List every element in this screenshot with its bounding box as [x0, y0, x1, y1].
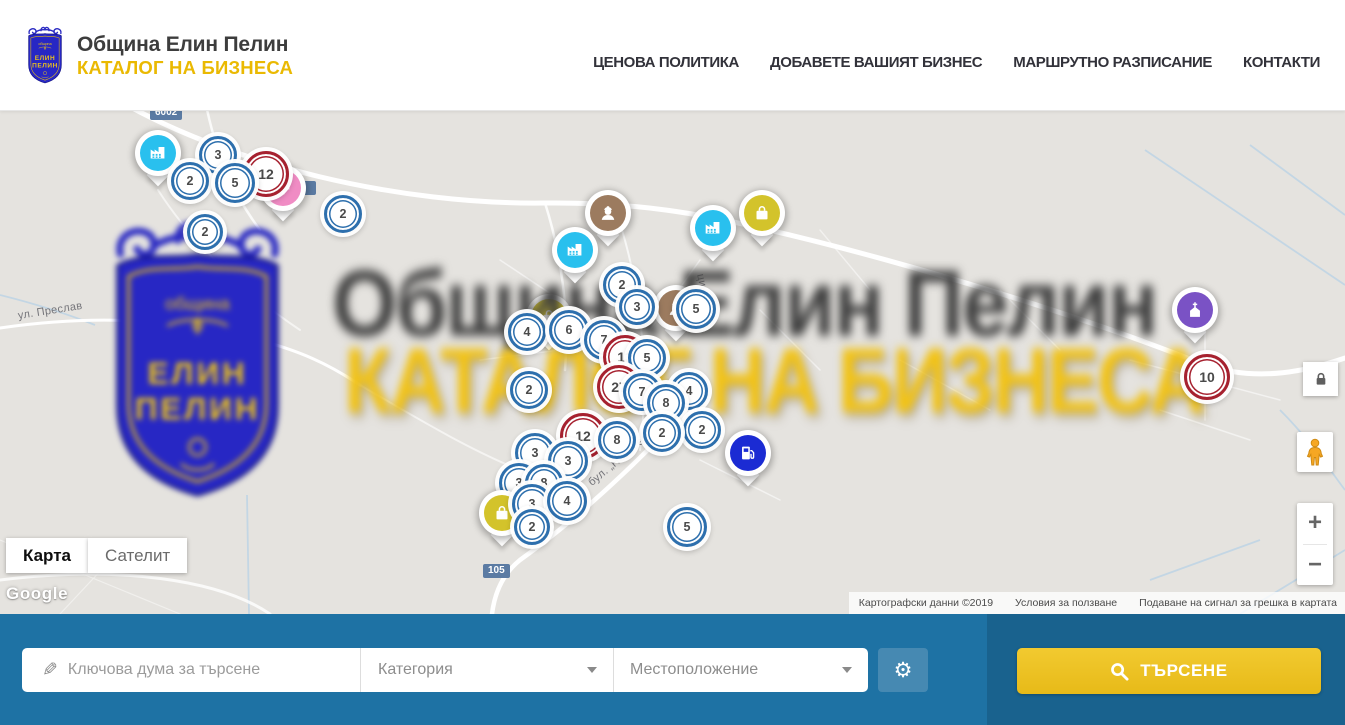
advanced-settings-button[interactable]: ⚙: [878, 648, 928, 692]
cluster-marker[interactable]: 5: [667, 507, 707, 547]
google-logo[interactable]: Google: [6, 584, 68, 604]
search-footer-right: ТЪРСЕНЕ: [987, 614, 1345, 725]
road-number-badge: 6002: [150, 110, 182, 120]
chevron-down-icon: [587, 667, 597, 673]
search-footer-left: ✎ Категория Местоположение ⚙: [0, 614, 987, 725]
zoom-out-button[interactable]: −: [1297, 545, 1333, 586]
cluster-marker[interactable]: 10: [1184, 354, 1230, 400]
cluster-marker[interactable]: 2: [514, 509, 550, 545]
zoom-control: + −: [1297, 503, 1333, 585]
brand-logo[interactable]: Община Елин Пелин КАТАЛОГ НА БИЗНЕСА: [22, 25, 293, 85]
cluster-marker[interactable]: 5: [676, 289, 716, 329]
cluster-marker[interactable]: 4: [547, 481, 587, 521]
terms-link[interactable]: Условия за ползване: [1015, 597, 1117, 609]
search-button[interactable]: ТЪРСЕНЕ: [1017, 648, 1321, 694]
category-pin-church[interactable]: [1172, 287, 1218, 347]
nav-item-add-business[interactable]: ДОБАВЕТЕ ВАШИЯТ БИЗНЕС: [770, 54, 982, 71]
search-footer: ✎ Категория Местоположение ⚙ ТЪРСЕНЕ: [0, 614, 1345, 725]
category-select[interactable]: Категория: [360, 648, 613, 692]
zoom-in-button[interactable]: +: [1297, 503, 1333, 544]
nav-item-route-schedule[interactable]: МАРШРУТНО РАЗПИСАНИЕ: [1013, 54, 1212, 71]
search-button-label: ТЪРСЕНЕ: [1140, 661, 1228, 681]
keyword-section: ✎: [22, 648, 360, 692]
header: Община Елин Пелин КАТАЛОГ НА БИЗНЕСА ЦЕН…: [0, 0, 1345, 111]
map-type-satellite-button[interactable]: Сателит: [88, 538, 187, 573]
category-select-label: Категория: [378, 661, 453, 679]
cluster-marker[interactable]: 2: [683, 411, 721, 449]
chevron-down-icon: [842, 667, 852, 673]
map-type-control: Карта Сателит: [6, 538, 187, 573]
report-error-link[interactable]: Подаване на сигнал за грешка в картата: [1139, 597, 1337, 609]
cluster-marker[interactable]: 6: [549, 310, 589, 350]
map-attribution: Картографски данни ©2019 Условия за полз…: [849, 592, 1345, 614]
brand-title: Община Елин Пелин: [77, 32, 293, 57]
google-map-canvas[interactable]: ул. Преславбул. „Новоселции“6002105 1232…: [0, 110, 1345, 614]
cluster-marker[interactable]: 2: [187, 214, 223, 250]
category-pin-factory[interactable]: [552, 227, 598, 287]
road-number-badge: 105: [483, 564, 510, 578]
search-icon: [1110, 662, 1129, 681]
pegman-street-view-control[interactable]: [1297, 432, 1333, 472]
municipality-emblem-icon: [22, 25, 68, 85]
pencil-icon: ✎: [42, 659, 58, 682]
gear-icon: ⚙: [894, 658, 913, 683]
cluster-marker[interactable]: 4: [508, 313, 546, 351]
cluster-marker[interactable]: 2: [510, 371, 548, 409]
location-select[interactable]: Местоположение: [613, 648, 868, 692]
nav-item-contacts[interactable]: КОНТАКТИ: [1243, 54, 1320, 71]
cluster-marker[interactable]: 2: [324, 195, 362, 233]
pegman-icon: [1304, 438, 1326, 466]
brand-subtitle: КАТАЛОГ НА БИЗНЕСА: [77, 57, 293, 79]
cluster-marker[interactable]: 2: [643, 414, 681, 452]
attribution-copyright: Картографски данни ©2019: [859, 597, 993, 609]
map-type-map-button[interactable]: Карта: [6, 538, 88, 573]
category-pin-bag[interactable]: [739, 190, 785, 250]
lock-control[interactable]: [1303, 362, 1338, 396]
cluster-marker[interactable]: 8: [598, 421, 636, 459]
cluster-marker[interactable]: 3: [619, 289, 655, 325]
lock-icon: [1313, 371, 1329, 387]
keyword-search-input[interactable]: [58, 661, 360, 679]
category-pin-fuel[interactable]: [725, 430, 771, 490]
cluster-marker[interactable]: 5: [215, 163, 255, 203]
main-nav: ЦЕНОВА ПОЛИТИКА ДОБАВЕТЕ ВАШИЯТ БИЗНЕС М…: [593, 0, 1320, 110]
location-select-label: Местоположение: [630, 661, 758, 679]
category-pin-factory[interactable]: [690, 205, 736, 265]
search-box: ✎ Категория Местоположение: [22, 648, 868, 692]
cluster-marker[interactable]: 2: [171, 162, 209, 200]
nav-item-pricing[interactable]: ЦЕНОВА ПОЛИТИКА: [593, 54, 739, 71]
